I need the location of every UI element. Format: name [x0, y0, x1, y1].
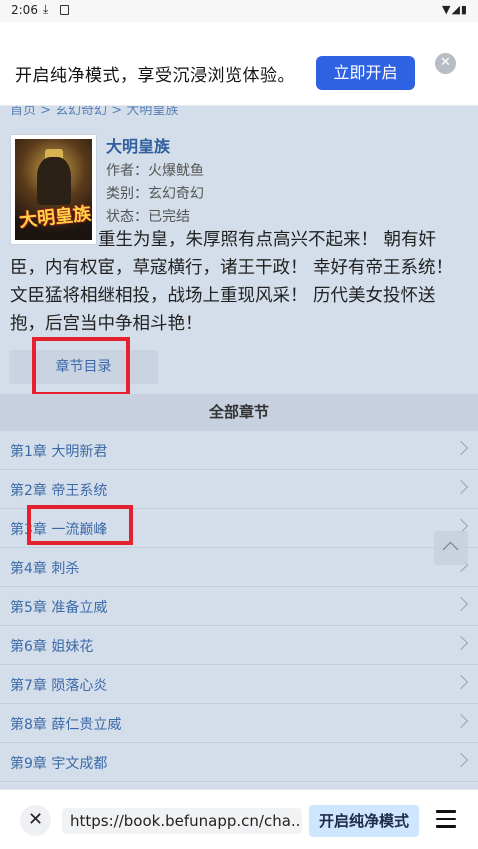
chapter-label: 第5章 准备立威 — [10, 600, 108, 616]
chapter-item[interactable]: 第8章 薛仁贵立威 — [0, 704, 478, 743]
chapter-label: 第1章 大明新君 — [10, 444, 108, 460]
chapter-label: 第6章 姐妹花 — [10, 639, 94, 655]
chapter-item[interactable]: 第9章 宇文成都 — [0, 743, 478, 782]
chevron-right-icon — [453, 752, 469, 768]
highlight-box-toc — [32, 337, 130, 396]
url-field[interactable]: https://book.befunapp.cn/cha... — [62, 808, 302, 834]
chapter-label: 第8章 薛仁贵立威 — [10, 717, 122, 733]
book-status: 状态：已完结 — [106, 209, 190, 225]
sim-icon — [60, 5, 69, 15]
pure-mode-banner: 开启纯净模式，享受沉浸浏览体验。 立即开启 ✕ — [0, 40, 478, 106]
chapter-label: 第7章 陨落心炎 — [10, 678, 108, 694]
book-description: 重生为皇，朱厚照有点高兴不起来！ 朝有奸臣，内有权宦，草寇横行，诸王干政！ 幸好… — [10, 230, 454, 334]
breadcrumb[interactable]: 首页 > 玄幻奇幻 > 大明皇族 — [10, 106, 178, 118]
book-cover-image: 大明皇族 — [15, 139, 92, 240]
chevron-right-icon — [453, 596, 469, 612]
chapter-item[interactable]: 第4章 刺杀 — [0, 548, 478, 587]
book-title[interactable]: 大明皇族 — [106, 133, 170, 157]
download-icon: ⤓ — [43, 2, 49, 16]
chevron-right-icon — [453, 713, 469, 729]
menu-icon[interactable] — [436, 810, 456, 828]
status-bar: 2:06 ⤓ ▼◢▮ — [0, 0, 478, 22]
open-now-button[interactable]: 立即开启 — [316, 56, 415, 90]
book-author: 作者：火爆鱿鱼 — [106, 163, 204, 179]
cover-figure-shape — [37, 157, 71, 205]
status-time: 2:06 — [11, 3, 38, 17]
close-page-icon[interactable]: ✕ — [20, 805, 51, 836]
chapter-item[interactable]: 第5章 准备立威 — [0, 587, 478, 626]
banner-message: 开启纯净模式，享受沉浸浏览体验。 — [15, 66, 295, 86]
chapter-item[interactable]: 第6章 姐妹花 — [0, 626, 478, 665]
chapter-label: 第4章 刺杀 — [10, 561, 80, 577]
page-content: 首页 > 玄幻奇幻 > 大明皇族 大明皇族 大明皇族 作者：火爆鱿鱼 类别：玄幻… — [0, 106, 478, 789]
chapter-label: 第9章 宇文成都 — [10, 756, 108, 772]
chapter-list: 第1章 大明新君 第2章 帝王系统 第3章 一流巅峰 第4章 刺杀 第5章 准备… — [0, 431, 478, 782]
chevron-up-icon — [442, 541, 459, 558]
all-chapters-header: 全部章节 — [0, 394, 478, 431]
signal-battery-icon: ▼◢▮ — [442, 3, 468, 16]
highlight-box-chapter-3 — [27, 505, 133, 545]
browser-bottom-bar: ✕ https://book.befunapp.cn/cha... 开启纯净模式 — [0, 789, 478, 849]
chevron-right-icon — [453, 479, 469, 495]
chevron-right-icon — [453, 440, 469, 456]
banner-close-icon[interactable]: ✕ — [435, 53, 456, 74]
pure-mode-button[interactable]: 开启纯净模式 — [309, 805, 419, 837]
chevron-right-icon — [453, 674, 469, 690]
chevron-right-icon — [453, 635, 469, 651]
chapter-item[interactable]: 第2章 帝王系统 — [0, 470, 478, 509]
chapter-item[interactable]: 第1章 大明新君 — [0, 431, 478, 470]
scroll-to-top-button[interactable] — [434, 531, 468, 565]
chapter-item[interactable]: 第7章 陨落心炎 — [0, 665, 478, 704]
book-category: 类别：玄幻奇幻 — [106, 186, 204, 202]
chapter-label: 第2章 帝王系统 — [10, 483, 108, 499]
